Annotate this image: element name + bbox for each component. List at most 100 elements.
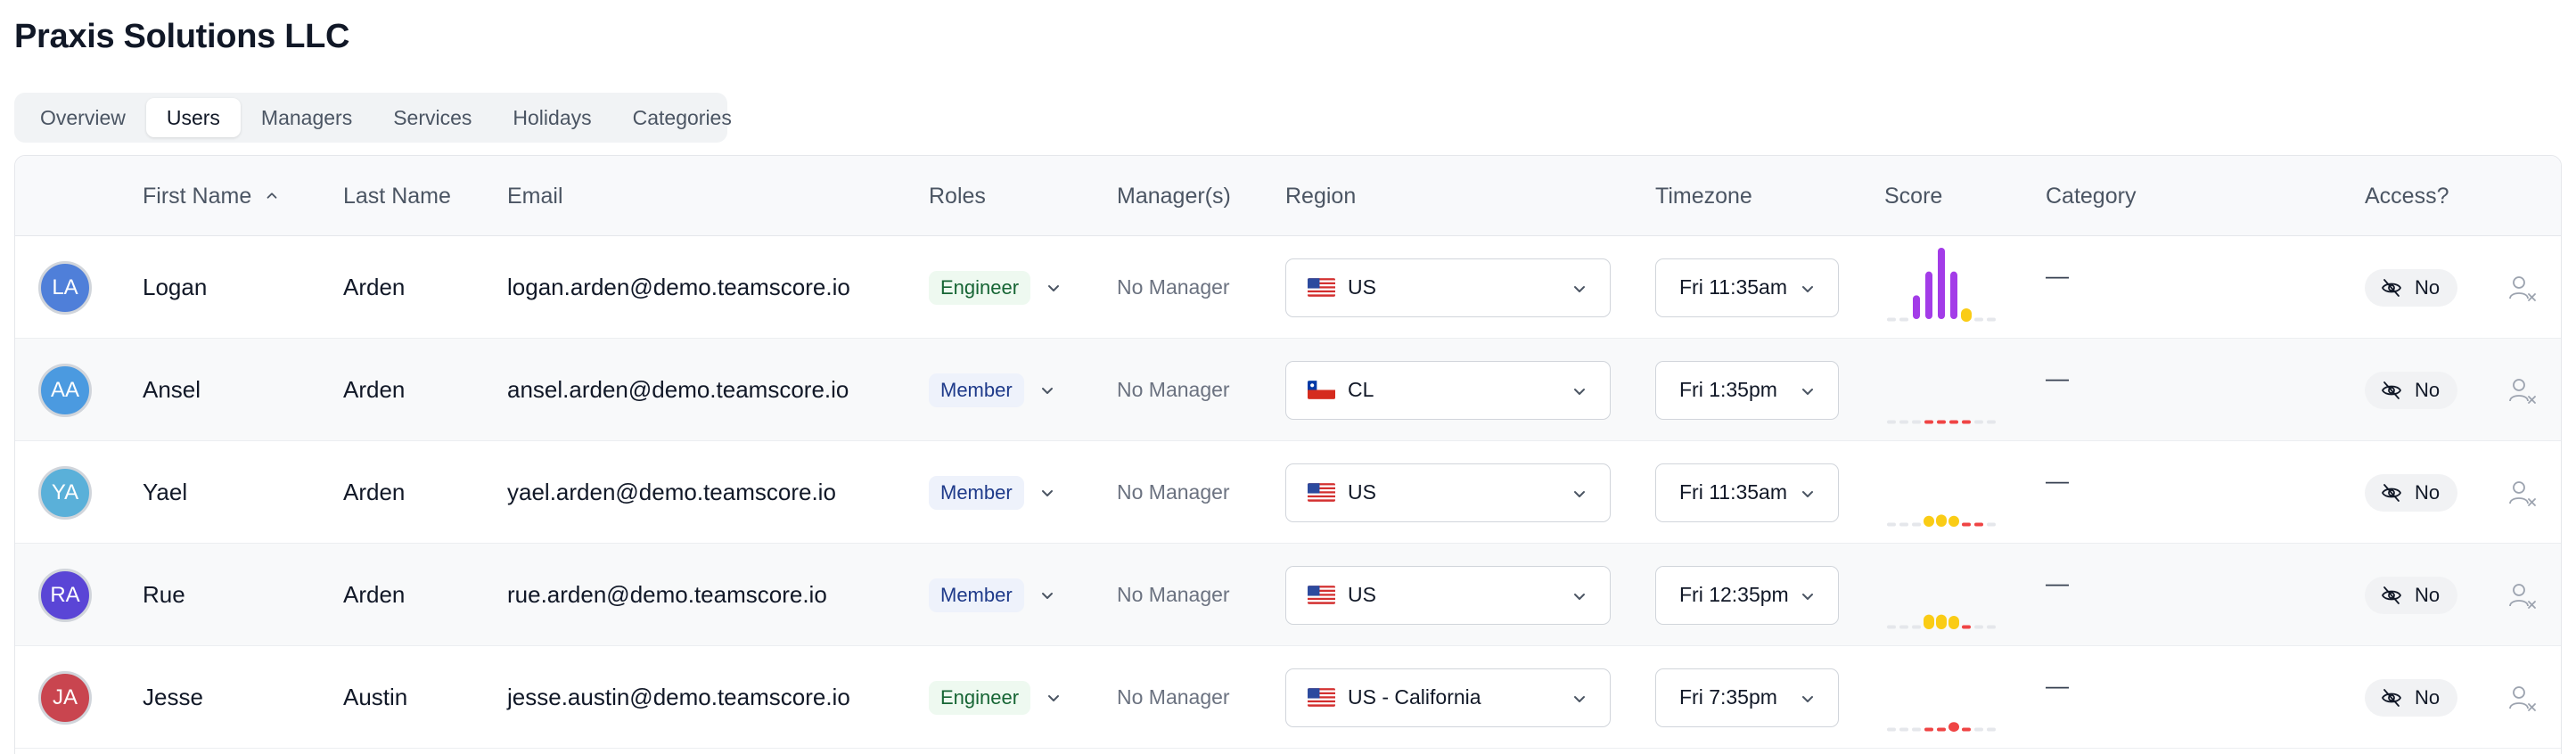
avatar: JA: [38, 670, 92, 725]
us-flag-icon: [1308, 483, 1335, 502]
timezone-select[interactable]: Fri 12:35pm: [1655, 565, 1839, 625]
region-cell: US: [1285, 441, 1611, 544]
access-toggle[interactable]: No: [2365, 576, 2458, 614]
column-header-category[interactable]: Category: [2046, 156, 2136, 236]
chevron-down-icon: [1574, 695, 1585, 702]
column-header-managers[interactable]: Manager(s): [1117, 156, 1231, 236]
chevron-down-icon: [1048, 694, 1060, 701]
role-badge: Member: [929, 578, 1024, 612]
score-bar-0-7: [1974, 317, 1983, 321]
score-cell: [1884, 646, 2000, 749]
score-bar-3-7: [1974, 625, 1983, 628]
access-toggle[interactable]: No: [2365, 268, 2458, 307]
role-badge: Member: [929, 373, 1024, 407]
tab-users[interactable]: Users: [145, 98, 241, 137]
table-row[interactable]: LA Logan Arden logan.arden@demo.teamscor…: [15, 236, 2561, 339]
manager-value[interactable]: No Manager: [1117, 441, 1230, 544]
remove-user-button[interactable]: [2507, 236, 2538, 339]
access-cell: No: [2365, 544, 2458, 646]
timezone-cell: Fri 7:35pm: [1655, 646, 1839, 749]
access-toggle[interactable]: No: [2365, 371, 2458, 409]
remove-user-icon: [2509, 583, 2536, 609]
score-bar-2-4: [1936, 513, 1947, 527]
column-header-score[interactable]: Score: [1884, 156, 1942, 236]
first-name: Jesse: [143, 684, 203, 710]
last-name: Austin: [343, 684, 408, 710]
timezone-select[interactable]: Fri 1:35pm: [1655, 360, 1839, 420]
timezone-select[interactable]: Fri 11:35am: [1655, 463, 1839, 522]
score-bar-2-5: [1948, 515, 1959, 527]
access-value: No: [2415, 275, 2441, 299]
chevron-down-icon: [1048, 284, 1060, 291]
remove-user-button[interactable]: [2507, 646, 2538, 749]
column-header-last-name[interactable]: Last Name: [343, 156, 451, 236]
remove-user-button[interactable]: [2507, 339, 2538, 441]
column-header-email[interactable]: Email: [507, 156, 563, 236]
column-header-first-name[interactable]: First Name: [143, 156, 280, 236]
score-sparkline: [1887, 721, 1996, 732]
role-badge: Engineer: [929, 270, 1031, 305]
region-select[interactable]: CL: [1285, 360, 1611, 420]
score-cell: [1884, 441, 2000, 544]
score-bar-2-1: [1899, 522, 1908, 526]
category-cell[interactable]: —: [2046, 339, 2069, 441]
us-flag-icon: [1308, 586, 1335, 604]
region-select[interactable]: US: [1285, 258, 1611, 317]
timezone-value: Fri 11:35am: [1679, 480, 1788, 504]
table-row[interactable]: JA Jesse Austin jesse.austin@demo.teamsc…: [15, 646, 2561, 749]
role-select[interactable]: Engineer: [929, 646, 1062, 749]
score-bar-0-2: [1913, 294, 1920, 319]
manager-value[interactable]: No Manager: [1117, 544, 1230, 646]
category-cell[interactable]: —: [2046, 236, 2069, 339]
column-header-roles[interactable]: Roles: [929, 156, 986, 236]
score-cell: [1884, 236, 2000, 339]
timezone-select[interactable]: Fri 11:35am: [1655, 258, 1839, 317]
table-row[interactable]: AA Ansel Arden ansel.arden@demo.teamscor…: [15, 339, 2561, 441]
access-toggle[interactable]: No: [2365, 678, 2458, 717]
table-row[interactable]: YA Yael Arden yael.arden@demo.teamscore.…: [15, 441, 2561, 544]
category-cell[interactable]: —: [2046, 646, 2069, 749]
manager-value[interactable]: No Manager: [1117, 339, 1230, 441]
chevron-down-icon: [1802, 388, 1813, 395]
eye-off-icon: [2381, 586, 2402, 604]
remove-user-button[interactable]: [2507, 441, 2538, 544]
region-select[interactable]: US - California: [1285, 668, 1611, 727]
chevron-down-icon: [1802, 490, 1813, 497]
email: rue.arden@demo.teamscore.io: [507, 581, 827, 608]
table-row[interactable]: RA Rue Arden rue.arden@demo.teamscore.io…: [15, 544, 2561, 646]
role-select[interactable]: Member: [929, 339, 1056, 441]
column-header-timezone[interactable]: Timezone: [1655, 156, 1752, 236]
access-toggle[interactable]: No: [2365, 473, 2458, 512]
role-select[interactable]: Member: [929, 441, 1056, 544]
avatar: LA: [38, 260, 92, 315]
tab-services[interactable]: Services: [373, 98, 492, 137]
email: jesse.austin@demo.teamscore.io: [507, 684, 850, 710]
first-name: Logan: [143, 274, 208, 300]
timezone-select[interactable]: Fri 7:35pm: [1655, 668, 1839, 727]
column-header-region[interactable]: Region: [1285, 156, 1356, 236]
tab-managers[interactable]: Managers: [241, 98, 373, 137]
tab-categories[interactable]: Categories: [612, 98, 752, 137]
category-cell[interactable]: —: [2046, 544, 2069, 646]
timezone-cell: Fri 1:35pm: [1655, 339, 1839, 441]
region-value: US - California: [1348, 685, 1481, 709]
us-flag-icon: [1308, 688, 1335, 707]
tab-holidays[interactable]: Holidays: [492, 98, 611, 137]
manager-value[interactable]: No Manager: [1117, 646, 1230, 749]
manager-value[interactable]: No Manager: [1117, 236, 1230, 339]
score-bar-0-3: [1925, 271, 1932, 319]
category-cell[interactable]: —: [2046, 441, 2069, 544]
role-select[interactable]: Engineer: [929, 236, 1062, 339]
remove-user-button[interactable]: [2507, 544, 2538, 646]
column-header-access[interactable]: Access?: [2365, 156, 2449, 236]
region-select[interactable]: US: [1285, 565, 1611, 625]
chile-flag-icon: [1308, 381, 1335, 399]
score-bar-1-5: [1949, 420, 1958, 423]
role-select[interactable]: Member: [929, 544, 1056, 646]
region-select[interactable]: US: [1285, 463, 1611, 522]
tab-overview[interactable]: Overview: [20, 98, 146, 137]
chevron-down-icon: [1041, 592, 1053, 599]
category-value: —: [2046, 672, 2069, 699]
score-bar-0-1: [1899, 317, 1908, 321]
region-value: CL: [1348, 378, 1374, 401]
